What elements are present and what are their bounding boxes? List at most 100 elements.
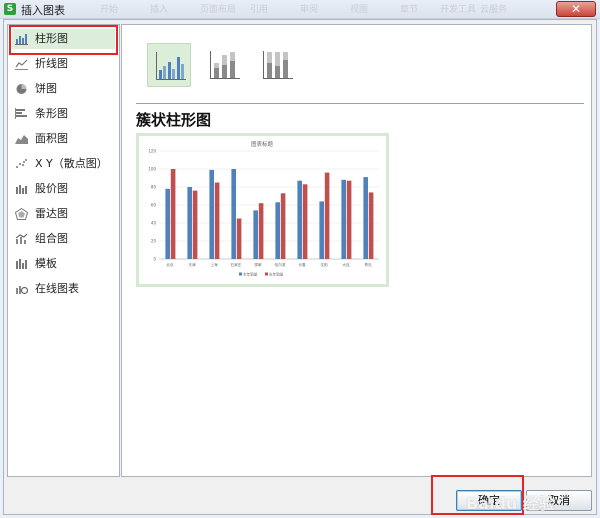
y-tick-label: 40 xyxy=(151,221,157,226)
chart-preview-panel: 簇状柱形图 图表标题 0 20 40 60 80 100 120 北京 天津 上海 石家庄 邯郸 哈尔滨… xyxy=(121,24,592,477)
dialog-body: 柱形图 折线图 饼图 条形图 面积图 X Y（散点图） 股价图 雷达图 组合图 … xyxy=(3,19,597,515)
bar xyxy=(324,172,330,259)
bar-chart-icon xyxy=(15,108,27,119)
clustered-column-icon xyxy=(156,52,186,80)
x-tick-label: 天津 xyxy=(188,262,196,267)
sidebar-item-area[interactable]: 面积图 xyxy=(12,129,115,149)
y-tick-label: 20 xyxy=(151,239,157,244)
bar xyxy=(236,218,242,259)
x-tick-label: 上海 xyxy=(210,262,218,267)
close-button[interactable]: ✕ xyxy=(556,1,596,17)
x-tick-label: 大连 xyxy=(342,262,350,267)
template-icon xyxy=(16,259,27,269)
chart-type-list: 柱形图 折线图 饼图 条形图 面积图 X Y（散点图） 股价图 雷达图 组合图 … xyxy=(7,24,120,477)
sidebar-item-radar[interactable]: 雷达图 xyxy=(12,204,115,224)
online-chart-icon xyxy=(16,286,28,295)
bar xyxy=(346,180,352,259)
bar xyxy=(187,187,192,259)
sidebar-item-online[interactable]: 在线图表 xyxy=(12,279,115,299)
y-tick-label: 120 xyxy=(148,149,156,154)
background-menu-label: 页面布局 xyxy=(200,5,237,15)
bar xyxy=(280,193,286,259)
bar xyxy=(302,184,308,259)
bar xyxy=(258,203,264,259)
bar xyxy=(231,169,236,259)
legend-label: 去年销量 xyxy=(269,271,284,276)
x-tick-label: 沈阳 xyxy=(320,262,328,267)
legend-swatch xyxy=(265,272,268,276)
x-tick-label: 长春 xyxy=(298,262,306,267)
bar xyxy=(341,179,346,259)
background-menu-label: 审阅 xyxy=(300,5,319,15)
sidebar-item-label: 股价图 xyxy=(35,182,68,195)
background-menu-label: 引用 xyxy=(250,5,269,15)
insert-chart-dialog: S 插入图表 开始 插入 页面布局 引用 审阅 视图 章节 开发工具 云服务 ✕ 柱形图 折线图… xyxy=(0,0,600,518)
subtype-clustered-column[interactable] xyxy=(147,43,191,87)
sidebar-item-template[interactable]: 模板 xyxy=(12,254,115,274)
sidebar-item-label: 在线图表 xyxy=(35,282,79,295)
bar xyxy=(214,182,220,259)
bar xyxy=(209,169,214,259)
sidebar-item-label: 模板 xyxy=(35,257,57,270)
chart-svg: 图表标题 0 20 40 60 80 100 120 北京 天津 上海 石家庄 邯郸 哈尔滨 长春 沈阳 大连… xyxy=(148,140,379,276)
cancel-button[interactable]: 取消 xyxy=(526,490,592,511)
stock-chart-icon xyxy=(16,185,27,194)
sidebar-item-pie[interactable]: 饼图 xyxy=(12,79,115,99)
sidebar-item-line[interactable]: 折线图 xyxy=(12,54,115,74)
background-menu-label: 开始 xyxy=(100,5,119,15)
legend-label: 本年销量 xyxy=(243,271,258,276)
bar xyxy=(368,192,374,259)
area-chart-icon xyxy=(15,135,28,144)
y-tick-label: 60 xyxy=(151,203,157,208)
y-tick-label: 0 xyxy=(153,257,156,262)
x-tick-label: 石家庄 xyxy=(231,262,242,267)
app-icon: S xyxy=(4,3,16,15)
bar xyxy=(363,177,368,259)
dialog-title: 插入图表 xyxy=(21,4,65,17)
x-tick-label: 邯郸 xyxy=(254,262,262,267)
separator xyxy=(136,103,584,104)
background-menu-label: 开发工具 xyxy=(440,5,477,15)
sidebar-item-bar[interactable]: 条形图 xyxy=(12,104,115,124)
background-menu-label: 插入 xyxy=(150,5,169,15)
y-tick-label: 80 xyxy=(151,185,157,190)
sidebar-item-label: 面积图 xyxy=(35,132,68,145)
pie-chart-icon xyxy=(16,84,27,94)
chart-title: 图表标题 xyxy=(251,140,274,148)
ok-highlight-annotation xyxy=(431,475,524,515)
bar xyxy=(297,180,302,259)
sidebar-item-label: 组合图 xyxy=(35,232,68,245)
sidebar-highlight-annotation xyxy=(9,25,118,55)
legend-swatch xyxy=(239,272,242,276)
bar xyxy=(319,201,324,259)
sidebar-item-stock[interactable]: 股价图 xyxy=(12,179,115,199)
x-tick-label: 北京 xyxy=(166,262,174,267)
bar xyxy=(165,188,170,259)
sidebar-item-label: X Y（散点图） xyxy=(35,157,108,170)
chart-preview: 图表标题 0 20 40 60 80 100 120 北京 天津 上海 石家庄 邯郸 哈尔滨 长春 沈阳 大连… xyxy=(136,133,389,287)
title-bar[interactable]: S 插入图表 开始 插入 页面布局 引用 审阅 视图 章节 开发工具 云服务 ✕ xyxy=(0,0,600,19)
radar-chart-icon xyxy=(15,208,28,220)
combo-chart-icon xyxy=(15,233,28,244)
sidebar-item-label: 饼图 xyxy=(35,82,57,95)
background-menu-label: 章节 xyxy=(400,5,419,15)
bar xyxy=(253,210,258,259)
sidebar-item-label: 条形图 xyxy=(35,107,68,120)
sidebar-item-label: 折线图 xyxy=(35,57,68,70)
bar xyxy=(170,169,176,259)
subtype-percent-stacked-column[interactable] xyxy=(255,43,299,87)
x-tick-label: 青岛 xyxy=(364,262,372,267)
bar xyxy=(192,190,198,259)
sidebar-item-scatter[interactable]: X Y（散点图） xyxy=(12,154,115,174)
subtype-name: 簇状柱形图 xyxy=(136,111,212,129)
sidebar-item-label: 雷达图 xyxy=(35,207,68,220)
sidebar-item-combo[interactable]: 组合图 xyxy=(12,229,115,249)
stacked-column-icon xyxy=(210,51,240,79)
subtype-stacked-column[interactable] xyxy=(202,43,246,87)
x-tick-label: 哈尔滨 xyxy=(275,262,286,267)
bar xyxy=(275,202,280,259)
background-menu-label: 云服务 xyxy=(480,5,508,15)
y-tick-label: 100 xyxy=(148,167,156,172)
percent-stacked-column-icon xyxy=(263,51,293,79)
line-chart-icon xyxy=(15,59,28,70)
